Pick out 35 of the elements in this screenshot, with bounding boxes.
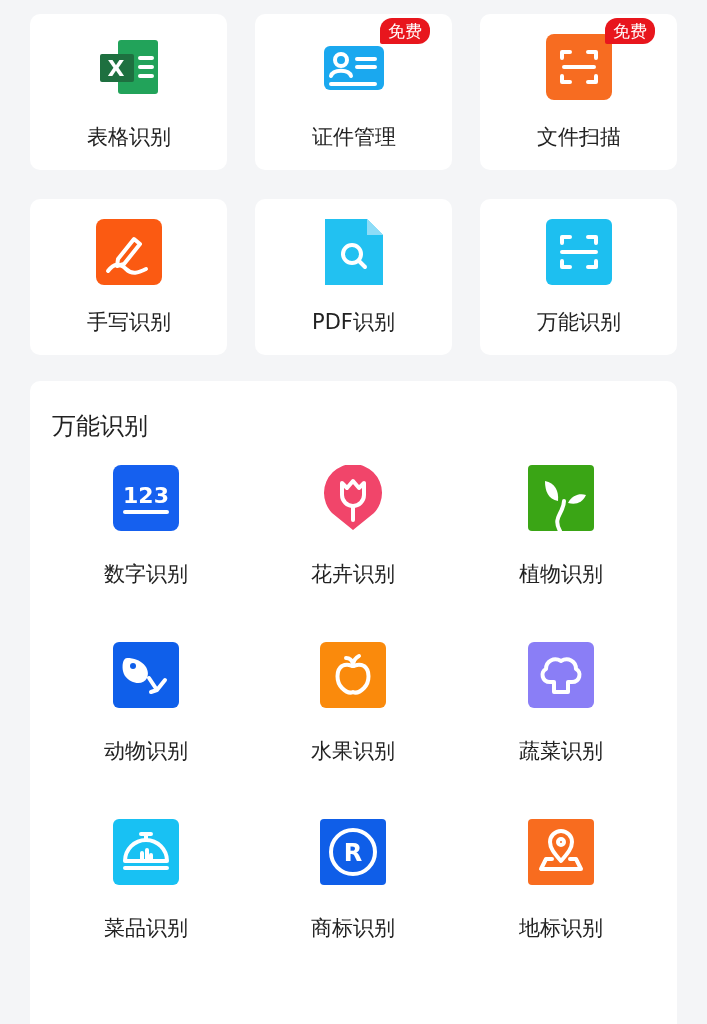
scan-icon	[545, 34, 612, 100]
tool-label: 表格识别	[86, 124, 171, 150]
cloche-icon	[112, 819, 179, 885]
recognition-item[interactable]: 水果识别	[249, 642, 458, 764]
recognition-item[interactable]: 花卉识别	[249, 465, 458, 587]
tool-card[interactable]: 免费 文件扫描	[480, 14, 677, 170]
recognition-item[interactable]: 菜品识别	[42, 819, 250, 941]
sprout-icon	[528, 465, 595, 531]
tool-card[interactable]: X 表格识别	[30, 14, 227, 170]
tool-label: 手写识别	[86, 309, 171, 335]
tool-card[interactable]: 万能识别	[480, 199, 677, 355]
free-badge: 免费	[380, 18, 430, 44]
broccoli-icon	[528, 642, 595, 708]
scan-icon	[545, 219, 612, 285]
recognition-item[interactable]: 123 数字识别	[42, 465, 250, 587]
tool-card[interactable]: PDF识别	[255, 199, 452, 355]
recognition-item[interactable]: 动物识别	[42, 642, 250, 764]
location-pin-icon	[528, 819, 595, 885]
tool-label: PDF识别	[312, 309, 395, 335]
tool-card[interactable]: 手写识别	[30, 199, 227, 355]
tool-label: 万能识别	[536, 309, 621, 335]
recognition-item[interactable]: 地标识别	[457, 819, 665, 941]
recognition-item[interactable]: 蔬菜识别	[457, 642, 665, 764]
pen-icon	[95, 219, 162, 285]
tool-label: 文件扫描	[536, 124, 621, 150]
registered-mark-icon: R	[320, 819, 387, 885]
tool-label: 证件管理	[311, 124, 396, 150]
recognition-item[interactable]: R 商标识别	[249, 819, 458, 941]
section-title: 万能识别	[52, 411, 149, 442]
tool-card[interactable]: 免费 证件管理	[255, 14, 452, 170]
fish-icon	[112, 642, 179, 708]
apple-icon	[320, 642, 387, 708]
recognition-item[interactable]: 植物识别	[457, 465, 665, 587]
free-badge: 免费	[605, 18, 655, 44]
number-icon: 123	[112, 465, 179, 531]
